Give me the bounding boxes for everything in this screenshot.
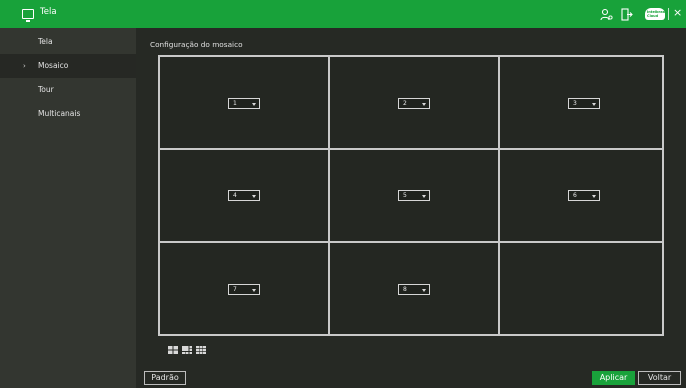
back-button[interactable]: Voltar <box>638 371 681 385</box>
section-title: Configuração do mosaico <box>150 40 243 49</box>
channel-select[interactable]: 7 <box>228 284 260 295</box>
channel-select[interactable]: 2 <box>398 98 430 109</box>
channel-select[interactable]: 3 <box>568 98 600 109</box>
channel-value: 7 <box>233 286 237 293</box>
sidebar-item-tour[interactable]: Tour <box>0 78 136 102</box>
mosaic-cell-2[interactable]: 2 <box>329 56 499 149</box>
chevron-down-icon <box>252 289 256 292</box>
channel-value: 5 <box>403 192 407 199</box>
sidebar-item-multicanais[interactable]: Multicanais <box>0 102 136 126</box>
channel-select[interactable]: 5 <box>398 190 430 201</box>
sidebar-item-label: Tela <box>38 37 53 46</box>
chevron-right-icon: › <box>23 62 26 70</box>
channel-value: 1 <box>233 100 237 107</box>
mosaic-cell-5[interactable]: 5 <box>329 149 499 242</box>
grid-pip-icon[interactable] <box>182 346 192 354</box>
chevron-down-icon <box>592 195 596 198</box>
mosaic-cell-6[interactable]: 6 <box>499 149 663 242</box>
chevron-down-icon <box>422 103 426 106</box>
window-title: Tela <box>40 7 57 17</box>
chevron-down-icon <box>252 195 256 198</box>
channel-value: 4 <box>233 192 237 199</box>
user-settings-icon[interactable] <box>600 8 613 21</box>
grid-9-icon[interactable] <box>196 346 206 354</box>
chevron-down-icon <box>252 103 256 106</box>
sidebar-item-tela[interactable]: Tela <box>0 30 136 54</box>
apply-button[interactable]: Aplicar <box>592 371 635 385</box>
mosaic-cell-8[interactable]: 8 <box>329 242 499 335</box>
mosaic-cell-3[interactable]: 3 <box>499 56 663 149</box>
sidebar-item-label: Tour <box>38 85 54 94</box>
channel-value: 2 <box>403 100 407 107</box>
sidebar-item-mosaico[interactable]: › Mosaico <box>0 54 136 78</box>
app-window: Tela Intelbras Cloud × Tela › Mosaico To… <box>0 0 686 388</box>
channel-select[interactable]: 1 <box>228 98 260 109</box>
sidebar: Tela › Mosaico Tour Multicanais <box>0 28 136 388</box>
grid-4-icon[interactable] <box>168 346 178 354</box>
channel-select[interactable]: 4 <box>228 190 260 201</box>
chevron-down-icon <box>422 289 426 292</box>
mosaic-cell-1[interactable]: 1 <box>159 56 329 149</box>
mosaic-cell-9[interactable] <box>499 242 663 335</box>
mosaic-cell-4[interactable]: 4 <box>159 149 329 242</box>
title-bar: Tela Intelbras Cloud × <box>0 0 686 28</box>
mosaic-grid: 1 2 3 4 5 6 7 8 <box>158 55 664 336</box>
channel-select[interactable]: 8 <box>398 284 430 295</box>
chevron-down-icon <box>592 103 596 106</box>
mosaic-cell-7[interactable]: 7 <box>159 242 329 335</box>
channel-value: 6 <box>573 192 577 199</box>
default-button[interactable]: Padrão <box>144 371 186 385</box>
chevron-down-icon <box>422 195 426 198</box>
exit-icon[interactable] <box>621 8 633 21</box>
channel-value: 3 <box>573 100 577 107</box>
cloud-label: Intelbras Cloud <box>647 10 665 18</box>
main-panel: Configuração do mosaico 1 2 3 4 5 6 7 8 … <box>136 28 686 388</box>
sidebar-item-label: Mosaico <box>38 61 69 70</box>
channel-value: 8 <box>403 286 407 293</box>
channel-select[interactable]: 6 <box>568 190 600 201</box>
close-icon[interactable]: × <box>673 6 682 20</box>
sidebar-item-label: Multicanais <box>38 109 81 118</box>
monitor-icon <box>22 9 34 22</box>
title-separator <box>668 8 669 20</box>
cloud-icon[interactable]: Intelbras Cloud <box>645 8 665 20</box>
